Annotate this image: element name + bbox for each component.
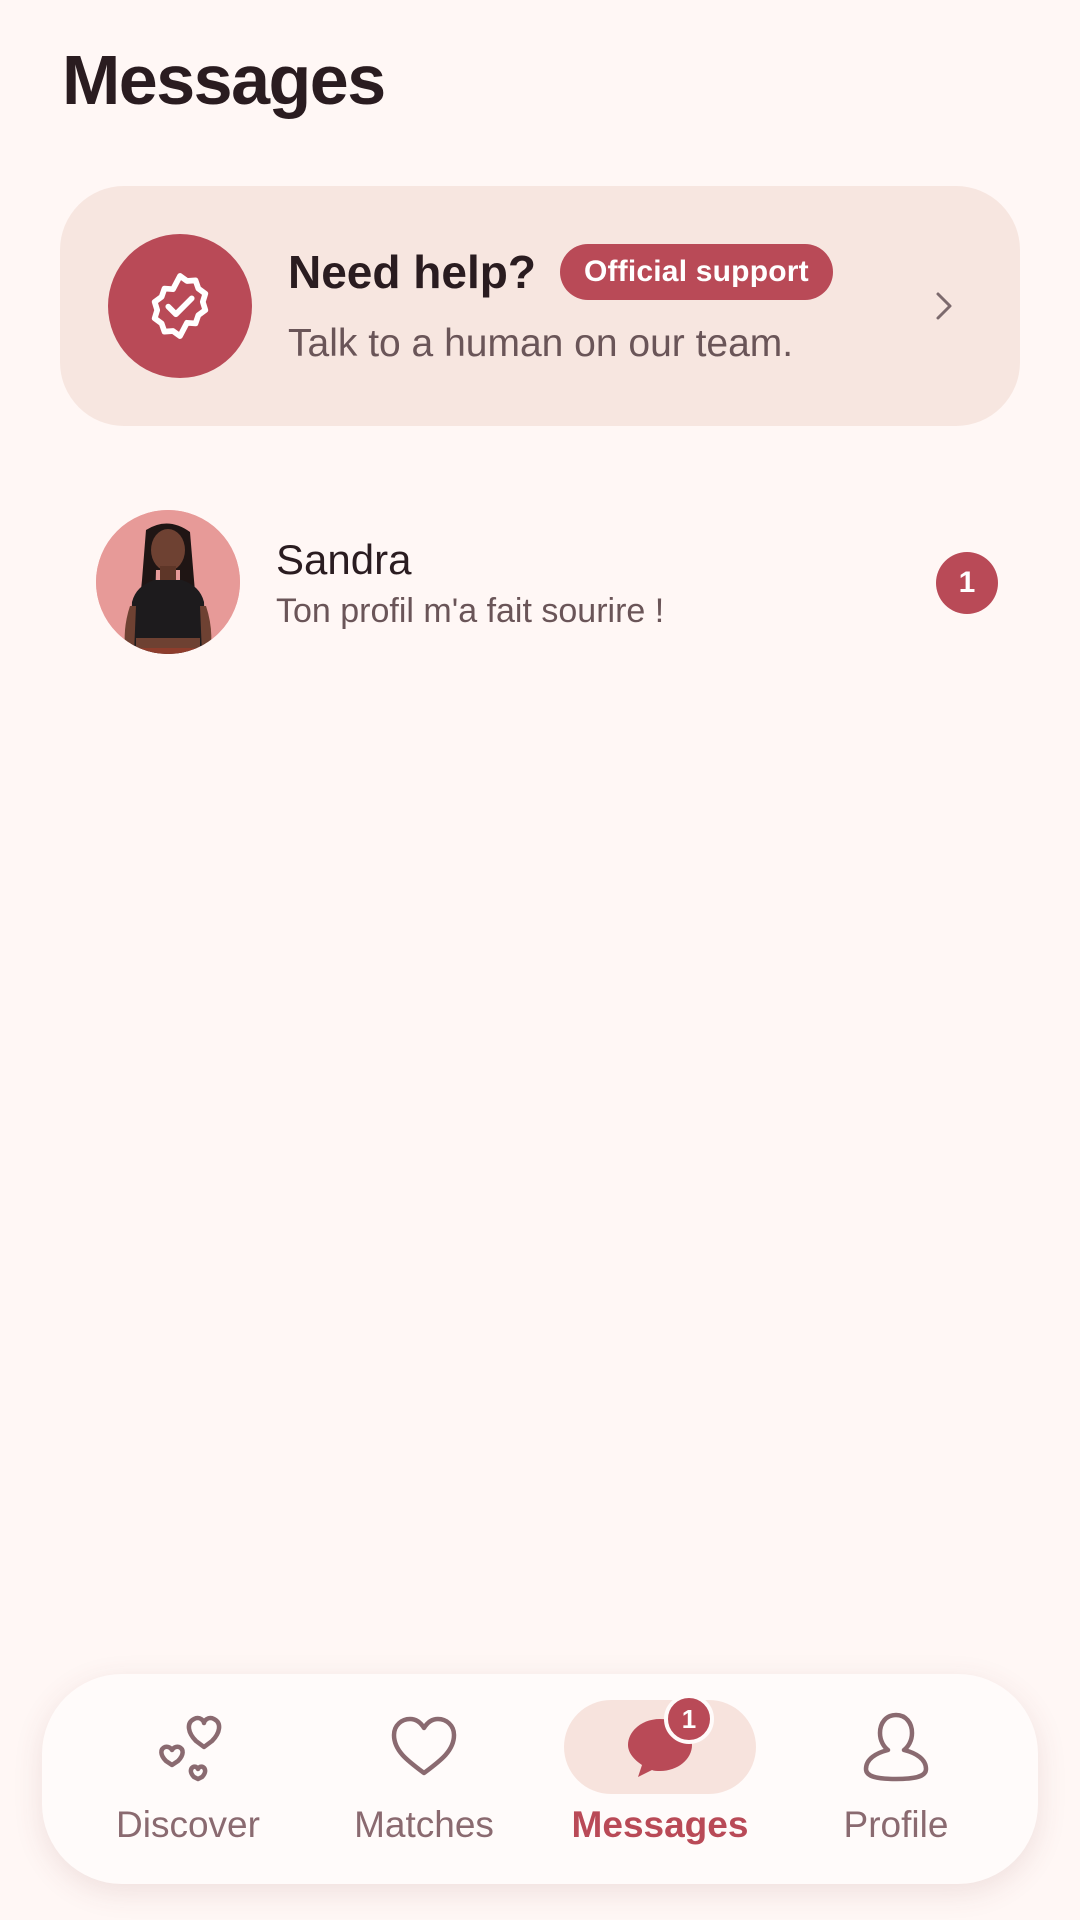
nav-item-matches[interactable]: Matches [324, 1674, 524, 1884]
unread-badge: 1 [936, 552, 998, 614]
support-subtitle: Talk to a human on our team. [288, 322, 794, 365]
nav-label: Discover [116, 1804, 260, 1845]
nav-label: Matches [354, 1804, 494, 1845]
messages-screen: Messages Need help? Official support Tal… [0, 0, 1080, 1920]
support-avatar [108, 234, 252, 378]
avatar [96, 510, 240, 654]
page-title: Messages [62, 41, 386, 119]
hearts-icon [159, 1715, 222, 1782]
icon-wrap [92, 1700, 284, 1794]
bottom-nav: Discover Matches 1 Messages Profile [42, 1674, 1038, 1884]
support-text: Need help? Official support Talk to a hu… [288, 244, 900, 366]
icon-wrap [328, 1700, 520, 1794]
nav-item-discover[interactable]: Discover [88, 1674, 288, 1884]
conversation-preview: Ton profil m'a fait sourire ! [276, 592, 665, 630]
avatar-photo [96, 510, 240, 654]
official-support-badge: Official support [559, 244, 833, 300]
nav-item-profile[interactable]: Profile [796, 1674, 996, 1884]
chevron-right-icon [924, 286, 964, 326]
person-icon [863, 1712, 929, 1782]
conversation-name: Sandra [276, 536, 412, 583]
nav-item-messages[interactable]: 1 Messages [560, 1674, 760, 1884]
heart-icon [391, 1716, 457, 1776]
support-title-row: Need help? Official support [288, 244, 900, 300]
nav-label: Messages [571, 1804, 749, 1845]
icon-wrap [800, 1700, 992, 1794]
icon-wrap [564, 1700, 756, 1794]
support-card[interactable]: Need help? Official support Talk to a hu… [60, 186, 1020, 426]
nav-badge: 1 [664, 1694, 714, 1744]
support-title: Need help? [288, 246, 536, 298]
nav-label: Profile [843, 1804, 949, 1845]
conversation-row[interactable]: Sandra Ton profil m'a fait sourire ! 1 [60, 480, 1020, 680]
verified-badge-icon [151, 273, 209, 339]
